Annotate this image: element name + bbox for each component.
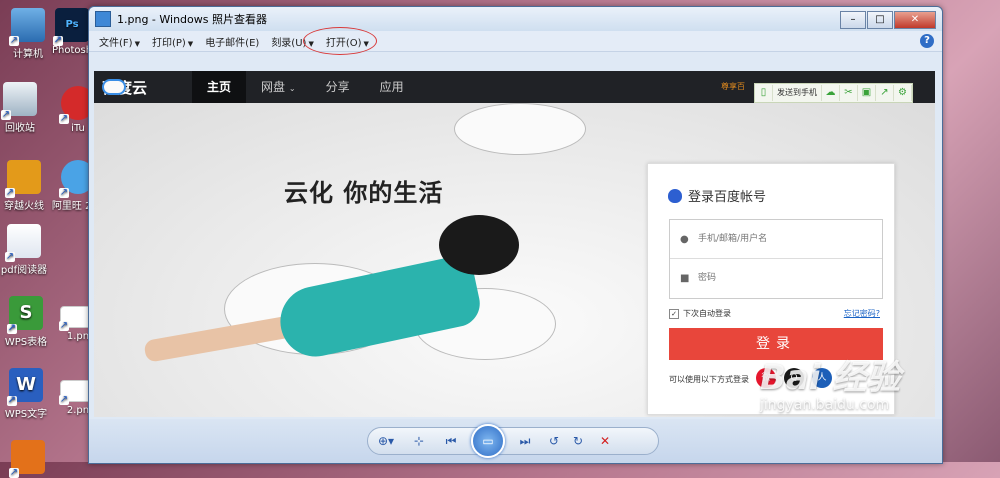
nav-share[interactable]: 分享: [311, 71, 365, 103]
pdf-reader-icon: [5, 224, 41, 262]
username-field[interactable]: ●: [670, 220, 882, 259]
desktop-icon-label: iTu: [71, 123, 85, 134]
other-login-label: 可以使用以下方式登录: [669, 375, 749, 384]
window-title: 1.png - Windows 照片查看器: [117, 13, 267, 26]
desktop-icon-wps-et[interactable]: S WPS表格: [0, 296, 54, 348]
password-input[interactable]: [696, 272, 870, 284]
desktop-icon-partial[interactable]: [0, 440, 56, 478]
desktop-icon-label: WPS文字: [4, 409, 48, 420]
remember-checkbox[interactable]: ✓: [669, 308, 679, 319]
menu-print[interactable]: 打印(P) ▼: [152, 34, 193, 49]
baidu-header: 百度云 主页 网盘 ⌄ 分享 应用 尊享百 ▯ 发送到手机 ☁ ✂ ▣ ↗ ⚙: [94, 71, 935, 103]
extension-toolbar: ▯ 发送到手机 ☁ ✂ ▣ ↗ ⚙: [754, 83, 913, 103]
menu-file[interactable]: 文件(F) ▼: [99, 34, 140, 49]
photo-viewer-icon: [95, 11, 111, 27]
promo-text[interactable]: 尊享百: [721, 81, 745, 92]
desktop-icon-label: 穿越火线: [4, 201, 44, 212]
baidu-jingyan-watermark: Bai 经验 jingyan.baidu.com: [760, 358, 901, 413]
desktop-icon-label: 计算机: [13, 49, 43, 60]
save-icon[interactable]: ▣: [858, 85, 876, 101]
zoom-icon[interactable]: ⊕▾: [368, 431, 404, 451]
slogan: 云化 你的生活: [284, 179, 444, 207]
minimize-button[interactable]: –: [840, 11, 866, 29]
rotate-right-icon[interactable]: ↻: [566, 431, 590, 451]
annotation-circle: [303, 27, 377, 55]
nav-netdisk[interactable]: 网盘 ⌄: [246, 71, 311, 103]
desktop-icon-label: Photosh: [51, 45, 93, 56]
computer-icon: [9, 8, 45, 46]
slideshow-button[interactable]: ▭: [471, 424, 505, 458]
baidu-yun-logo[interactable]: 百度云: [102, 77, 192, 98]
share-icon[interactable]: ↗: [876, 85, 894, 101]
desktop-icon-label: WPS表格: [4, 337, 48, 348]
fit-to-window-icon[interactable]: ⊹: [404, 431, 434, 451]
crop-icon[interactable]: ✂: [840, 85, 858, 101]
help-icon[interactable]: ?: [920, 34, 934, 48]
wps-spreadsheet-icon: S: [7, 296, 43, 334]
previous-icon[interactable]: ⏮: [434, 431, 468, 451]
window-controls: – □ ✕: [840, 11, 936, 29]
login-fields: ● ■: [669, 219, 883, 299]
forgot-password-link[interactable]: 忘记密码?: [844, 308, 880, 319]
viewer-toolbar: ⊕▾ ⊹ ⏮ ▭ ⏭ ↺ ↻ ✕: [89, 419, 942, 463]
close-button[interactable]: ✕: [894, 11, 936, 29]
menu-email[interactable]: 电子邮件(E): [205, 34, 259, 49]
send-to-phone-button[interactable]: 发送到手机: [773, 85, 822, 101]
nav-home[interactable]: 主页: [192, 71, 247, 103]
nav-apps[interactable]: 应用: [365, 71, 419, 103]
phone-icon[interactable]: ▯: [755, 85, 773, 101]
lock-icon: ■: [680, 272, 690, 284]
cloud-icon[interactable]: ☁: [822, 85, 840, 101]
maximize-button[interactable]: □: [867, 11, 893, 29]
gear-icon[interactable]: ⚙: [894, 85, 912, 101]
next-icon[interactable]: ⏭: [508, 431, 542, 451]
app-icon: [9, 440, 45, 478]
doodle-cloud: [454, 103, 586, 155]
desktop-icon-wps-wd[interactable]: W WPS文字: [0, 368, 54, 420]
desktop-icon-cf[interactable]: 穿越火线: [0, 160, 52, 212]
title-bar[interactable]: 1.png - Windows 照片查看器 – □ ✕: [89, 7, 942, 31]
login-title: 登录百度帐号: [668, 186, 766, 205]
password-field[interactable]: ■: [670, 259, 882, 297]
desktop-icon-label: 2.pn: [66, 405, 90, 416]
desktop-icon-label: pdf阅读器: [0, 265, 48, 276]
desktop-icon-label: 回收站: [5, 123, 35, 134]
wps-writer-icon: W: [7, 368, 43, 406]
recycle-bin-icon: [1, 82, 37, 120]
dropdown-arrow-icon: ▼: [134, 39, 140, 48]
username-input[interactable]: [696, 233, 870, 245]
playback-controls: ⊕▾ ⊹ ⏮ ▭ ⏭ ↺ ↻ ✕: [367, 424, 659, 458]
remember-me[interactable]: ✓ 下次自动登录: [669, 308, 731, 319]
dropdown-arrow-icon: ▼: [187, 39, 194, 48]
menu-bar: 文件(F) ▼ 打印(P) ▼ 电子邮件(E) 刻录(U) ▼ 打开(O) ▼ ?: [89, 27, 942, 55]
desktop-icon-label: 1.pn: [66, 331, 90, 342]
photoshop-icon: Ps: [53, 8, 89, 46]
crossfire-icon: [5, 160, 41, 198]
delete-icon[interactable]: ✕: [590, 431, 620, 451]
desktop-icon-recycle[interactable]: 回收站: [0, 82, 48, 134]
desktop-icon-pdf[interactable]: pdf阅读器: [0, 224, 52, 276]
rotate-left-icon[interactable]: ↺: [542, 431, 566, 451]
girl-hair: [439, 215, 519, 275]
cloud-logo-icon: [102, 79, 126, 95]
user-icon: ●: [680, 233, 689, 245]
baidu-paw-icon: [668, 188, 682, 203]
girl-legs: [143, 315, 295, 363]
